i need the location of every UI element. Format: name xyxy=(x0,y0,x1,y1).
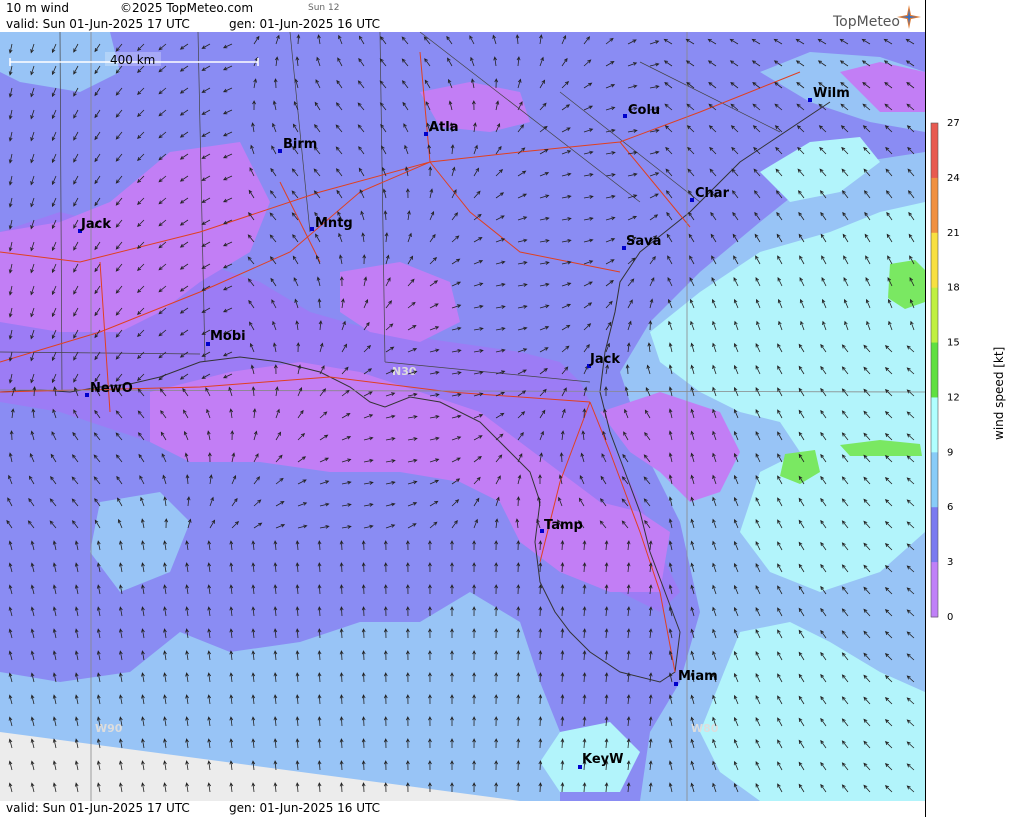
generated-time: gen: 01-Jun-2025 16 UTC xyxy=(229,17,381,31)
header-bar: 10 m wind ©2025 TopMeteo.com Sun 12 vali… xyxy=(0,0,925,32)
legend-tick-label: 6 xyxy=(947,502,953,513)
legend-tick-label: 15 xyxy=(947,338,960,349)
footer-bar: valid: Sun 01-Jun-2025 17 UTC gen: 01-Ju… xyxy=(0,801,925,817)
legend-color-segment xyxy=(931,123,938,179)
city-marker-colu xyxy=(623,114,627,118)
legend-tick-label: 24 xyxy=(947,173,960,184)
city-label-miam: Miam xyxy=(678,669,718,684)
city-label-char: Char xyxy=(695,186,730,201)
legend-ticks: 27 24 21 18 15 12 9 6 3 0 xyxy=(947,118,960,623)
city-label-jack-fl: Jack xyxy=(589,352,620,367)
day-tag: Sun 12 xyxy=(308,3,340,13)
lat-label: N30 xyxy=(392,365,417,378)
lon-label-w90: W90 xyxy=(95,722,123,735)
city-marker-birm xyxy=(278,149,282,153)
legend-panel: 27 24 21 18 15 12 9 6 3 0 wind speed [kt] xyxy=(925,0,1017,817)
legend-tick-label: 21 xyxy=(947,228,960,239)
city-label-birm: Birm xyxy=(283,137,317,152)
city-label-mobi: Mobi xyxy=(210,329,246,344)
city-label-mntg: Mntg xyxy=(315,216,353,231)
city-marker-char xyxy=(690,198,694,202)
city-marker-wilm xyxy=(808,98,812,102)
map-title: 10 m wind xyxy=(6,1,69,15)
city-label-jack-ms: Jack xyxy=(80,217,111,232)
footer-valid-time: valid: Sun 01-Jun-2025 17 UTC xyxy=(6,801,190,815)
legend-tick-label: 3 xyxy=(947,557,953,568)
legend-tick-label: 0 xyxy=(947,612,953,623)
city-marker-mntg xyxy=(310,227,314,231)
footer-generated-time: gen: 01-Jun-2025 16 UTC xyxy=(229,801,381,815)
legend-tick-label: 18 xyxy=(947,283,960,294)
scale-bar-label: 400 km xyxy=(110,53,155,67)
city-label-sava: Sava xyxy=(626,234,661,249)
legend-color-segment xyxy=(931,397,938,453)
lon-label-w80: W80 xyxy=(691,722,719,735)
city-label-keyw: KeyW xyxy=(582,752,623,767)
legend-color-segment xyxy=(931,562,938,618)
wind-map: N30 W90 W80 400 km Wilm Colu Atla Birm C… xyxy=(0,32,925,801)
valid-time: valid: Sun 01-Jun-2025 17 UTC xyxy=(6,17,190,31)
legend-color-segment xyxy=(931,342,938,398)
city-label-tamp: Tamp xyxy=(544,518,583,533)
legend-tick-label: 12 xyxy=(947,392,960,403)
legend-tick-label: 9 xyxy=(947,447,953,458)
legend: 27 24 21 18 15 12 9 6 3 0 wind speed [kt] xyxy=(930,118,1006,623)
city-label-atla: Atla xyxy=(429,120,459,135)
legend-color-segment xyxy=(931,177,938,234)
city-label-colu: Colu xyxy=(628,103,660,118)
legend-color-segment xyxy=(931,287,938,344)
copyright: ©2025 TopMeteo.com xyxy=(120,1,254,15)
topmeteo-logo: TopMeteo xyxy=(833,14,900,30)
city-label-wilm: Wilm xyxy=(813,86,850,101)
city-label-newo: NewO xyxy=(90,381,133,396)
legend-tick-label: 27 xyxy=(947,118,960,129)
legend-title: wind speed [kt] xyxy=(992,347,1006,440)
legend-color-bar xyxy=(930,122,939,618)
compass-star-icon xyxy=(896,4,922,33)
city-marker-atla xyxy=(424,132,428,136)
city-marker-newo xyxy=(85,393,89,397)
legend-color-segment xyxy=(931,507,938,563)
legend-color-segment xyxy=(931,232,938,289)
legend-color-segment xyxy=(931,452,938,508)
